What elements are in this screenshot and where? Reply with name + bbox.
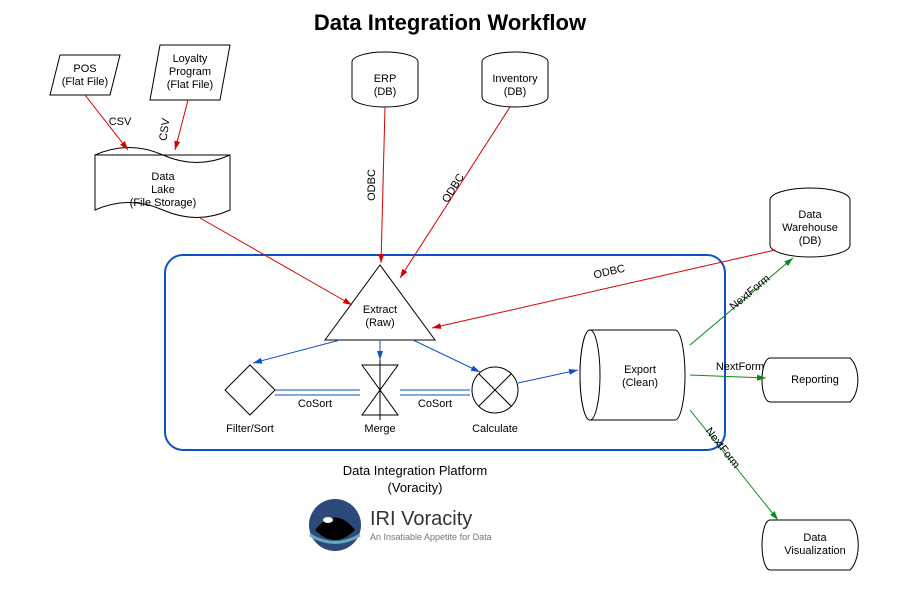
platform-label-2: (Voracity) bbox=[388, 480, 443, 495]
edge-label-nextform-dw: NextForm bbox=[728, 273, 773, 313]
edge-loyalty-lake bbox=[175, 100, 188, 150]
platform-label-1: Data Integration Platform bbox=[343, 463, 488, 478]
edge-label-nextform-rep: NextForm bbox=[716, 361, 764, 373]
edge-label-nextform-viz: NextForm bbox=[703, 425, 742, 470]
edge-label-dw-in: ODBC bbox=[592, 263, 626, 282]
edge-erp-extract bbox=[381, 107, 385, 263]
lake-label-3: (File Storage) bbox=[130, 197, 197, 209]
erp-label-1: ERP bbox=[374, 73, 397, 85]
node-pos: POS (Flat File) bbox=[50, 55, 120, 95]
loyalty-label-2: Program bbox=[169, 66, 211, 78]
calc-caption: Calculate bbox=[472, 423, 518, 435]
merge-caption: Merge bbox=[364, 423, 395, 435]
filter-caption: Filter/Sort bbox=[226, 423, 274, 435]
edge-extract-calc bbox=[413, 340, 480, 372]
node-reporting: Reporting bbox=[762, 358, 858, 402]
dw-label-1: Data bbox=[798, 209, 822, 221]
viz-label-2: Visualization bbox=[784, 545, 846, 557]
node-calculate: Calculate bbox=[472, 367, 518, 435]
edge-extract-filter bbox=[253, 340, 340, 363]
lake-label-2: Lake bbox=[151, 184, 175, 196]
node-export: Export (Clean) bbox=[580, 330, 685, 420]
report-label-1: Reporting bbox=[791, 374, 839, 386]
edge-label-loy-lake: CSV bbox=[158, 117, 173, 142]
logo-sub-text: An Insatiable Appetite for Data bbox=[370, 532, 492, 542]
edge-export-report bbox=[690, 375, 766, 378]
edge-lake-extract bbox=[200, 218, 352, 305]
node-visualization: Data Visualization bbox=[762, 520, 858, 570]
edge-label-cosort-2: CoSort bbox=[418, 398, 452, 410]
pos-label-1: POS bbox=[73, 63, 96, 75]
node-data-warehouse: Data Warehouse (DB) bbox=[770, 188, 850, 257]
page-title: Data Integration Workflow bbox=[314, 10, 587, 35]
lake-label-1: Data bbox=[151, 171, 175, 183]
edge-calc-export bbox=[518, 370, 578, 383]
logo-main-text: IRI Voracity bbox=[370, 508, 472, 530]
logo: IRI Voracity An Insatiable Appetite for … bbox=[309, 499, 492, 551]
edge-label-inv: ODBC bbox=[440, 172, 467, 205]
node-erp: ERP (DB) bbox=[352, 52, 418, 107]
dw-label-3: (DB) bbox=[799, 235, 822, 247]
pos-label-2: (Flat File) bbox=[62, 76, 108, 88]
viz-label-1: Data bbox=[803, 532, 827, 544]
export-label-2: (Clean) bbox=[622, 377, 658, 389]
extract-label-1: Extract bbox=[363, 304, 397, 316]
extract-label-2: (Raw) bbox=[365, 317, 394, 329]
loyalty-label-3: (Flat File) bbox=[167, 79, 213, 91]
inventory-label-2: (DB) bbox=[504, 86, 527, 98]
loyalty-label-1: Loyalty bbox=[173, 53, 208, 65]
export-label-1: Export bbox=[624, 364, 656, 376]
node-extract: Extract (Raw) bbox=[325, 265, 435, 340]
edge-label-erp: ODBC bbox=[366, 169, 378, 201]
erp-label-2: (DB) bbox=[374, 86, 397, 98]
node-merge: Merge bbox=[362, 360, 398, 435]
node-data-lake: Data Lake (File Storage) bbox=[95, 148, 230, 218]
edge-label-pos-lake: CSV bbox=[109, 116, 132, 128]
edge-label-cosort-1: CoSort bbox=[298, 398, 332, 410]
inventory-label-1: Inventory bbox=[492, 73, 538, 85]
node-loyalty: Loyalty Program (Flat File) bbox=[150, 45, 230, 100]
node-inventory: Inventory (DB) bbox=[482, 52, 548, 107]
dw-label-2: Warehouse bbox=[782, 222, 838, 234]
node-filter: Filter/Sort bbox=[225, 365, 275, 435]
